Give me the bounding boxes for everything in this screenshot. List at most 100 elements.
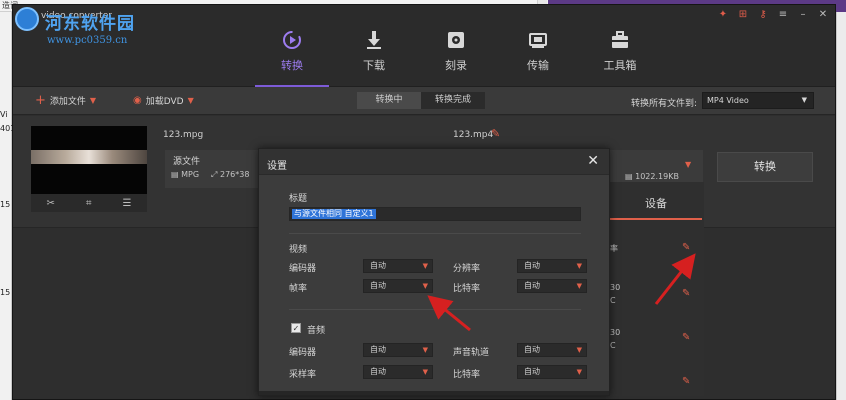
scissors-icon[interactable]: ✂ [47, 198, 55, 209]
video-frame [31, 150, 147, 164]
thumbnail-tools: ✂ ⌗ ☰ [31, 194, 147, 212]
menu-icon[interactable]: ≡ [777, 9, 789, 21]
status-tabs: 转换中 转换完成 [357, 92, 485, 109]
channel-label: 声音轨道 [453, 348, 490, 358]
edit-icon[interactable]: ✎ [682, 332, 690, 343]
audio-encoder-select[interactable]: 自动 ▼ [363, 343, 433, 357]
close-icon[interactable]: ✕ [817, 9, 829, 21]
close-icon[interactable]: ✕ [587, 153, 599, 169]
chevron-down-icon: ▼ [422, 282, 428, 290]
device-fragment: 率 [610, 244, 618, 253]
nav-label: 刻录 [445, 59, 467, 72]
source-format: ▤ MPG [171, 170, 200, 179]
video-thumbnail[interactable] [31, 126, 147, 194]
watermark-title: 河东软件园 [45, 14, 135, 34]
effects-icon[interactable]: ☰ [123, 198, 132, 209]
chevron-down-icon: ▼ [187, 96, 194, 105]
audio-encoder-value: 自动 [370, 345, 386, 354]
frame-rate-select[interactable]: 自动 ▼ [363, 279, 433, 293]
toolbar: + 添加文件 ▼ ◉ 加载DVD ▼ 转换中 转换完成 转换所有文件到: MP4… [13, 87, 835, 115]
convert-button[interactable]: 转换 [717, 152, 813, 182]
edit-icon[interactable]: ✎ [682, 242, 690, 253]
edit-icon[interactable]: ✎ [682, 288, 690, 299]
device-fragment: C [610, 296, 616, 305]
tab-device[interactable]: 设备 [610, 188, 702, 220]
title-section-label: 标题 [289, 194, 308, 204]
audio-checkbox[interactable]: ✓ [291, 323, 301, 333]
device-fragment: C [610, 341, 616, 350]
frame-rate-label: 帧率 [289, 284, 308, 294]
nav-convert[interactable]: 转换 [251, 25, 333, 87]
convert-all-format-value: MP4 Video [707, 96, 749, 105]
sample-rate-label: 采样率 [289, 370, 317, 380]
divider [289, 309, 581, 310]
edit-icon[interactable]: ✎ [491, 127, 500, 140]
gift-icon[interactable]: ✦ [717, 9, 729, 21]
tab-converting[interactable]: 转换中 [357, 92, 421, 109]
nav-label: 传输 [527, 59, 549, 72]
chevron-down-icon[interactable]: ▼ [685, 160, 691, 169]
background-fragment: 15 [0, 288, 11, 297]
burn-icon [448, 32, 464, 48]
dialog-footer-edge [259, 391, 609, 395]
key-icon[interactable]: ⚷ [757, 9, 769, 21]
device-fragment: 30 [610, 283, 621, 292]
edit-icon[interactable]: ✎ [682, 376, 690, 387]
audio-bitrate-value: 自动 [524, 367, 540, 376]
chevron-down-icon: ▼ [422, 262, 428, 270]
chevron-down-icon: ▼ [422, 368, 428, 376]
convert-all-format-select[interactable]: MP4 Video ▼ [702, 92, 814, 109]
resolution-label: 分辨率 [453, 264, 481, 274]
transfer-icon [529, 33, 547, 48]
window-controls: ✦ ⊞ ⚷ ≡ – ✕ [717, 9, 829, 21]
chevron-down-icon: ▼ [576, 368, 582, 376]
background-fragment: Vi [0, 110, 8, 119]
nav-transfer[interactable]: 传输 [497, 25, 579, 85]
video-encoder-label: 编码器 [289, 264, 317, 274]
frame-rate-value: 自动 [370, 281, 386, 290]
nav-download[interactable]: 下载 [333, 25, 415, 85]
load-dvd-label: 加载DVD [145, 97, 184, 107]
nav-label: 转换 [281, 59, 303, 72]
background-left-window: Vi 401 15 15 [0, 12, 15, 400]
chevron-down-icon: ▼ [422, 346, 428, 354]
tab-done[interactable]: 转换完成 [421, 92, 485, 109]
watermark-url: www.pc0359.cn [47, 35, 128, 46]
background-right-window [836, 12, 846, 400]
video-encoder-select[interactable]: 自动 ▼ [363, 259, 433, 273]
channel-select[interactable]: 自动 ▼ [517, 343, 587, 357]
resolution-select[interactable]: 自动 ▼ [517, 259, 587, 273]
title-bar: video converter 河东软件园 www.pc0359.cn ✦ ⊞ … [13, 5, 835, 87]
source-meta: ▤ MPG ⤢ 276*38 [171, 170, 249, 180]
dialog-title: 设置 [267, 161, 287, 172]
video-bitrate-select[interactable]: 自动 ▼ [517, 279, 587, 293]
cart-icon[interactable]: ⊞ [737, 9, 749, 21]
channel-value: 自动 [524, 345, 540, 354]
title-input[interactable]: 与源文件相同 自定义1 [289, 207, 581, 221]
crop-icon[interactable]: ⌗ [86, 198, 92, 209]
audio-bitrate-label: 比特率 [453, 370, 481, 380]
minimize-icon[interactable]: – [797, 9, 809, 21]
add-file-label: 添加文件 [49, 97, 86, 107]
chevron-down-icon: ▼ [576, 282, 582, 290]
sample-rate-value: 自动 [370, 367, 386, 376]
chevron-down-icon: ▼ [801, 96, 807, 104]
title-input-selected-text: 与源文件相同 自定义1 [292, 209, 376, 219]
background-fragment: 15 [0, 200, 11, 209]
audio-section-label: 音频 [307, 326, 326, 336]
device-fragment: 30 [610, 328, 621, 337]
video-encoder-value: 自动 [370, 261, 386, 270]
add-file-button[interactable]: + 添加文件 ▼ [35, 94, 97, 108]
audio-encoder-label: 编码器 [289, 348, 317, 358]
nav-label: 工具箱 [603, 59, 637, 72]
chevron-down-icon: ▼ [89, 96, 97, 105]
target-file-name: 123.mp4 [453, 130, 494, 140]
source-label: 源文件 [173, 157, 201, 167]
nav-label: 下载 [363, 59, 385, 72]
audio-bitrate-select[interactable]: 自动 ▼ [517, 365, 587, 379]
sample-rate-select[interactable]: 自动 ▼ [363, 365, 433, 379]
load-dvd-button[interactable]: ◉ 加载DVD ▼ [133, 94, 194, 107]
nav-burn[interactable]: 刻录 [415, 25, 497, 85]
convert-all-label: 转换所有文件到: [631, 99, 698, 109]
nav-toolbox[interactable]: 工具箱 [579, 25, 661, 85]
